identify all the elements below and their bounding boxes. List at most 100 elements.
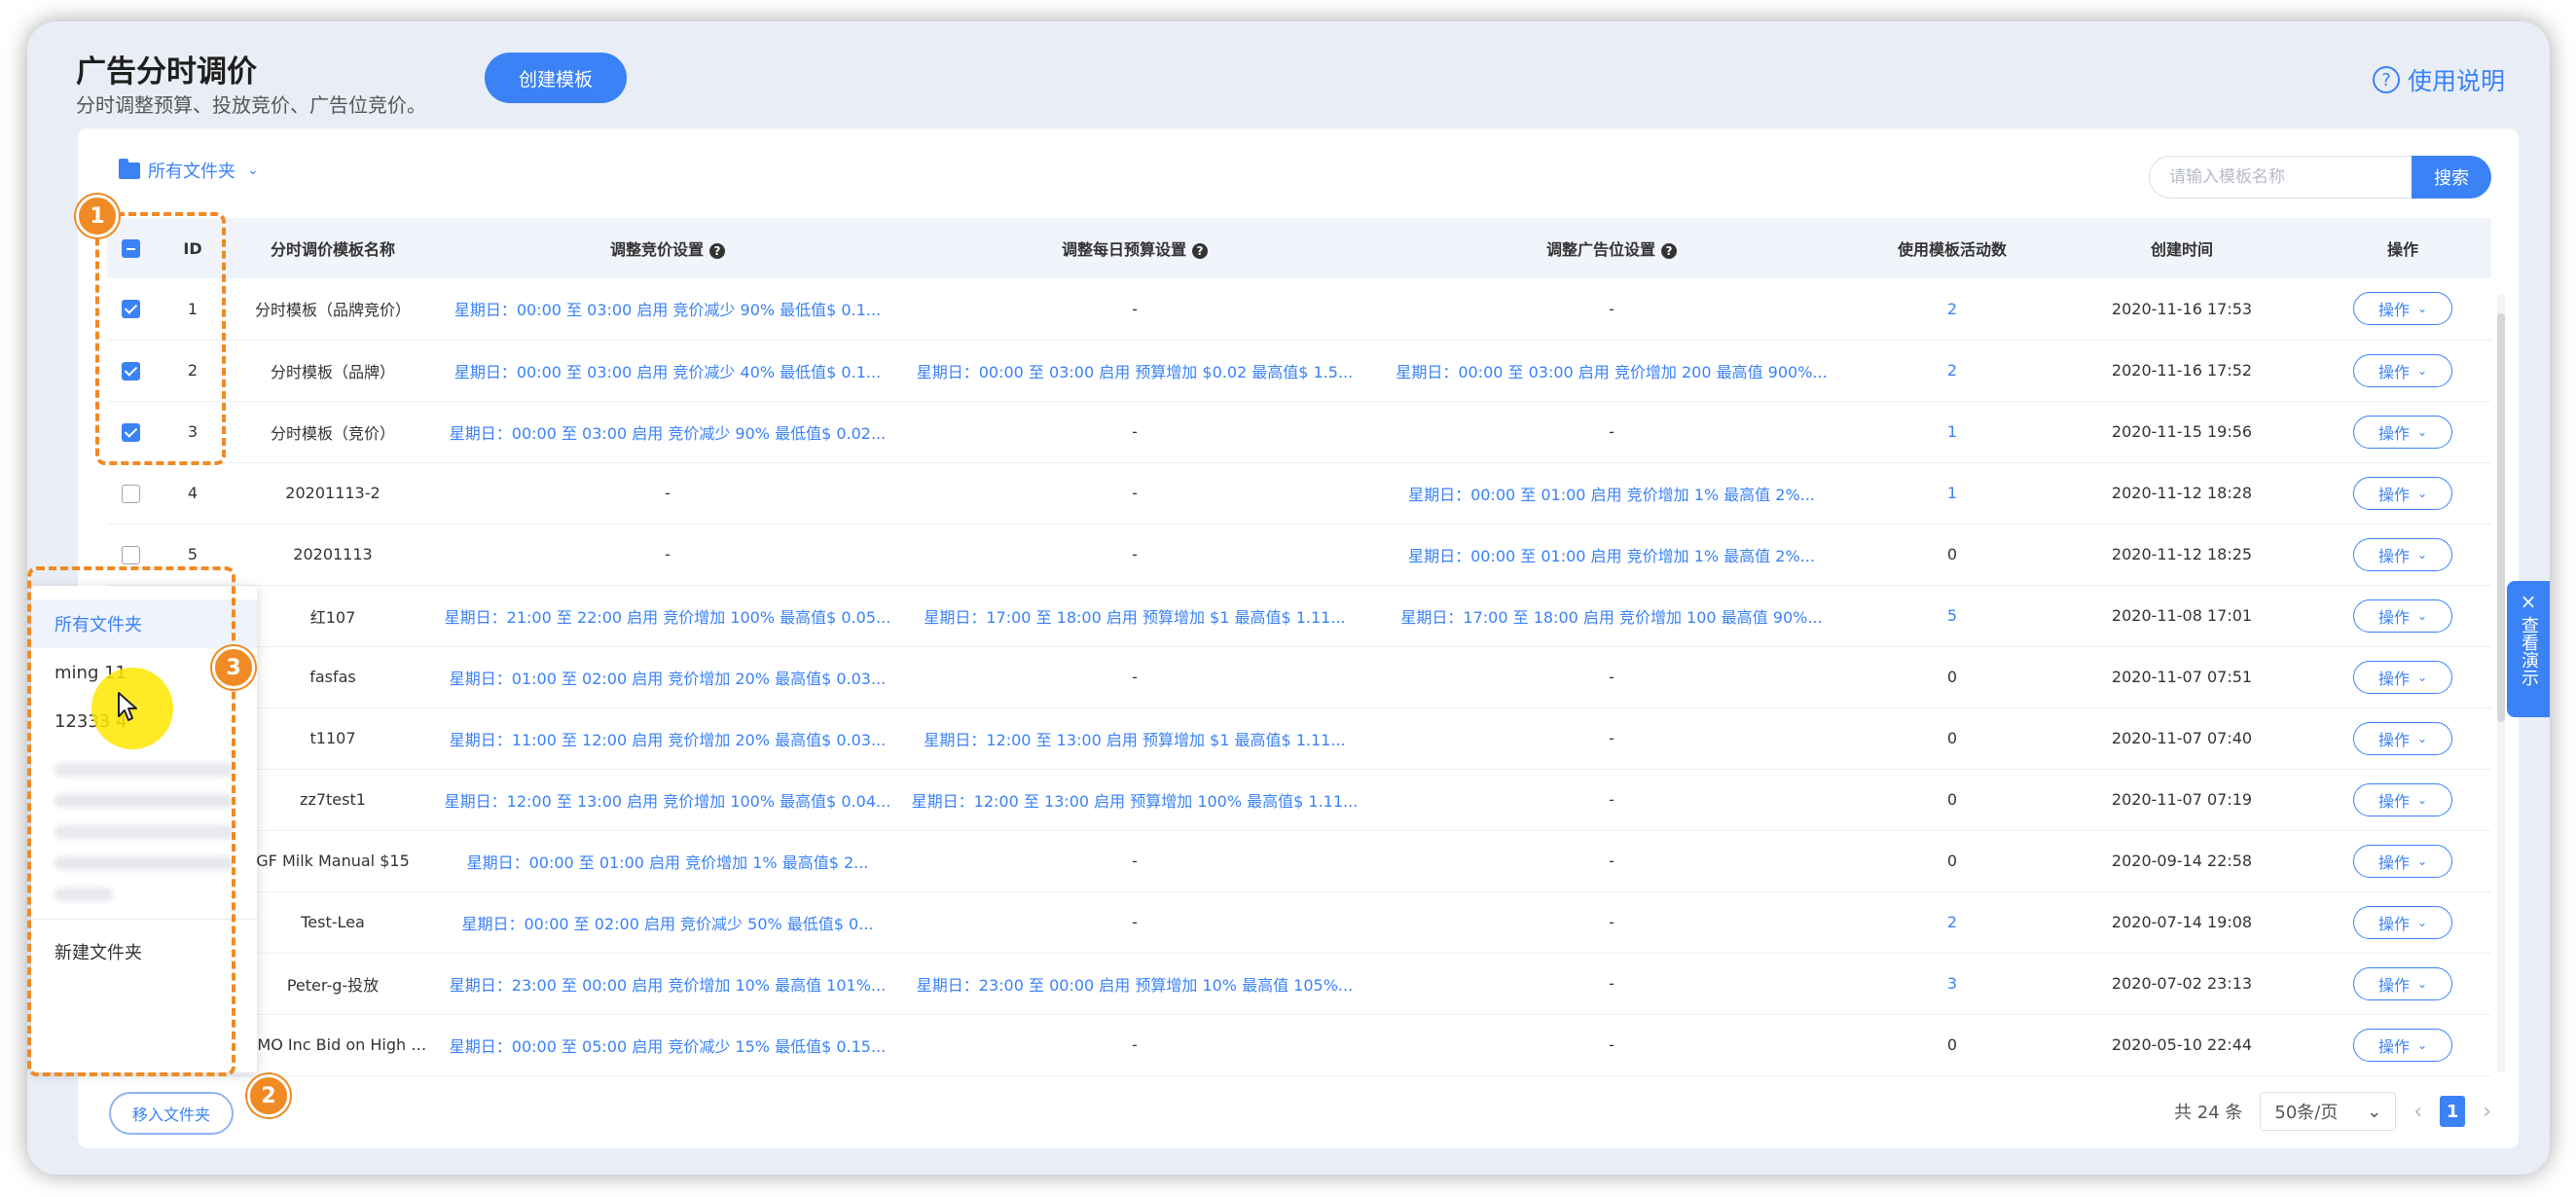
demo-side-tab[interactable]: × 查看演示 (2507, 581, 2550, 717)
cell-placement-setting[interactable]: - (1368, 891, 1855, 954)
cell-bid-setting[interactable]: 星期日：01:00 至 02:00 启用 竞价增加 20% 最高值$ 0.03.… (434, 646, 901, 708)
table-row[interactable]: 5 20201113- - 星期日：00:00 至 01:00 启用 竞价增加 1% … (107, 524, 2491, 586)
cell-name: GF Milk Manual $15 (232, 830, 434, 892)
cell-bid-setting[interactable]: - (434, 462, 901, 525)
cell-placement-setting[interactable]: - (1368, 953, 1855, 1015)
table-row[interactable]: 2 分时模板（品牌） 星期日：00:00 至 03:00 启用 竞价减少 40% 最… (107, 340, 2491, 402)
cell-budget-setting[interactable]: 星期日：00:00 至 03:00 启用 预算增加 $0.02 最高值$ 1.5… (901, 340, 1368, 402)
question-icon[interactable]: ? (1192, 242, 1208, 259)
create-template-button[interactable]: 创建模板 (485, 53, 627, 103)
cell-placement-setting[interactable]: - (1368, 707, 1855, 770)
cell-usage-count: 0 (1855, 1014, 2050, 1076)
help-link[interactable]: ? 使用说明 (2372, 62, 2505, 97)
table-row[interactable]: 13DEMO Inc Bid on High Sales Period星期日：0… (107, 1014, 2491, 1076)
table-row[interactable]: 12Peter-g-投放星期日：23:00 至 00:00 启用 竞价增加 10… (107, 953, 2491, 1015)
operation-button[interactable]: 操作 ⌄ (2353, 598, 2452, 633)
cell-bid-setting[interactable]: 星期日：00:00 至 03:00 启用 竞价减少 40% 最低值$ 0.1..… (434, 340, 901, 402)
cell-bid-setting[interactable]: 星期日：00:00 至 03:00 启用 竞价减少 90% 最低值$ 0.1..… (434, 278, 901, 341)
cell-bid-setting[interactable]: - (434, 524, 901, 586)
cell-budget-setting[interactable]: - (901, 278, 1368, 341)
row-checkbox-cell[interactable] (107, 462, 154, 525)
page-number-current[interactable]: 1 (2440, 1096, 2466, 1127)
table-row[interactable]: 6红107星期日：21:00 至 22:00 启用 竞价增加 100% 最高值$… (107, 585, 2491, 647)
cell-budget-setting[interactable]: 星期日：23:00 至 00:00 启用 预算增加 10% 最高值 105%..… (901, 953, 1368, 1015)
cell-usage-count: 0 (1855, 524, 2050, 586)
cell-usage-count[interactable]: 2 (1855, 340, 2050, 402)
operation-button[interactable]: 操作 ⌄ (2353, 415, 2452, 449)
operation-button[interactable]: 操作 ⌄ (2353, 966, 2452, 1000)
cell-created-time: 2020-07-14 19:08 (2050, 891, 2314, 954)
cell-created-time: 2020-11-16 17:52 (2050, 340, 2314, 402)
operation-button[interactable]: 操作 ⌄ (2353, 721, 2452, 755)
cell-budget-setting[interactable]: 星期日：17:00 至 18:00 启用 预算增加 $1 最高值$ 1.11..… (901, 585, 1368, 647)
question-icon[interactable]: ? (1661, 242, 1677, 259)
table-row[interactable]: 8t1107星期日：11:00 至 12:00 启用 竞价增加 20% 最高值$… (107, 707, 2491, 770)
cell-budget-setting[interactable]: 星期日：12:00 至 13:00 启用 预算增加 100% 最高值$ 1.11… (901, 769, 1368, 831)
cell-budget-setting[interactable]: - (901, 462, 1368, 525)
operation-button[interactable]: 操作 ⌄ (2353, 537, 2452, 571)
cell-placement-setting[interactable]: 星期日：17:00 至 18:00 启用 竞价增加 100 最高值 90%... (1368, 585, 1855, 647)
page-size-select[interactable]: 50条/页 ⌄ (2260, 1092, 2397, 1131)
move-to-folder-button[interactable]: 移入文件夹 (109, 1092, 234, 1135)
operation-label: 操作 (2377, 362, 2410, 381)
cell-placement-setting[interactable]: 星期日：00:00 至 03:00 启用 竞价增加 200 最高值 900%..… (1368, 340, 1855, 402)
prev-page-icon[interactable]: ‹ (2413, 1100, 2422, 1124)
cell-budget-setting[interactable]: - (901, 830, 1368, 892)
cell-bid-setting[interactable]: 星期日：00:00 至 03:00 启用 竞价减少 90% 最低值$ 0.02.… (434, 401, 901, 463)
cell-usage-count[interactable]: 2 (1855, 278, 2050, 341)
next-page-icon[interactable]: › (2483, 1100, 2491, 1124)
operation-button[interactable]: 操作 ⌄ (2353, 353, 2452, 387)
row-checkbox[interactable] (121, 545, 140, 564)
table-row[interactable]: 9zz7test1星期日：12:00 至 13:00 启用 竞价增加 100% … (107, 769, 2491, 831)
cell-placement-setting[interactable]: - (1368, 830, 1855, 892)
operation-button[interactable]: 操作 ⌄ (2353, 476, 2452, 510)
cell-usage-count[interactable]: 1 (1855, 462, 2050, 525)
cell-bid-setting[interactable]: 星期日：23:00 至 00:00 启用 竞价增加 10% 最高值 101%..… (434, 953, 901, 1015)
close-icon[interactable]: × (2521, 591, 2537, 612)
cell-bid-setting[interactable]: 星期日：00:00 至 02:00 启用 竞价减少 50% 最低值$ 0... (434, 891, 901, 954)
cell-budget-setting[interactable]: - (901, 1014, 1368, 1076)
cell-usage-count[interactable]: 2 (1855, 891, 2050, 954)
cell-placement-setting[interactable]: - (1368, 769, 1855, 831)
cell-placement-setting[interactable]: - (1368, 401, 1855, 463)
header-budget: 调整每日预算设置? (901, 218, 1368, 278)
table-row[interactable]: 3 分时模板（竞价） 星期日：00:00 至 03:00 启用 竞价减少 90% 最… (107, 401, 2491, 463)
cell-name: zz7test1 (232, 769, 434, 831)
cell-bid-setting[interactable]: 星期日：12:00 至 13:00 启用 竞价增加 100% 最高值$ 0.04… (434, 769, 901, 831)
cell-bid-setting[interactable]: 星期日：00:00 至 01:00 启用 竞价增加 1% 最高值$ 2... (434, 830, 901, 892)
cell-placement-setting[interactable]: 星期日：00:00 至 01:00 启用 竞价增加 1% 最高值 2%... (1368, 462, 1855, 525)
cell-bid-setting[interactable]: 星期日：21:00 至 22:00 启用 竞价增加 100% 最高值$ 0.05… (434, 585, 901, 647)
question-icon[interactable]: ? (709, 242, 725, 259)
cell-created-time: 2020-11-07 07:51 (2050, 646, 2314, 708)
operation-button[interactable]: 操作 ⌄ (2353, 905, 2452, 939)
operation-button[interactable]: 操作 ⌄ (2353, 660, 2452, 694)
cell-bid-setting[interactable]: 星期日：11:00 至 12:00 启用 竞价增加 20% 最高值$ 0.03.… (434, 707, 901, 770)
cell-placement-setting[interactable]: - (1368, 646, 1855, 708)
cell-usage-count[interactable]: 3 (1855, 953, 2050, 1015)
operation-button[interactable]: 操作 ⌄ (2353, 782, 2452, 816)
table-row[interactable]: 4 20201113-2- - 星期日：00:00 至 01:00 启用 竞价增加 1… (107, 462, 2491, 525)
cell-usage-count[interactable]: 1 (1855, 401, 2050, 463)
cell-budget-setting[interactable]: - (901, 891, 1368, 954)
table-row[interactable]: 1 分时模板（品牌竞价） 星期日：00:00 至 03:00 启用 竞价减少 90%… (107, 278, 2491, 341)
cell-placement-setting[interactable]: 星期日：00:00 至 01:00 启用 竞价增加 1% 最高值 2%... (1368, 524, 1855, 586)
table-row[interactable]: 7fasfas星期日：01:00 至 02:00 启用 竞价增加 20% 最高值… (107, 646, 2491, 708)
row-checkbox[interactable] (121, 484, 140, 503)
folder-selector[interactable]: 所有文件夹 ⌄ (119, 158, 259, 183)
cell-usage-count[interactable]: 5 (1855, 585, 2050, 647)
cell-bid-setting[interactable]: 星期日：00:00 至 05:00 启用 竞价减少 15% 最低值$ 0.15.… (434, 1014, 901, 1076)
operation-button[interactable]: 操作 ⌄ (2353, 844, 2452, 878)
scrollbar-thumb[interactable] (2497, 313, 2505, 722)
table-row[interactable]: 10GF Milk Manual $15星期日：00:00 至 01:00 启用… (107, 830, 2491, 892)
cell-budget-setting[interactable]: - (901, 524, 1368, 586)
operation-button[interactable]: 操作 ⌄ (2353, 292, 2452, 326)
cell-placement-setting[interactable]: - (1368, 278, 1855, 341)
cell-budget-setting[interactable]: 星期日：12:00 至 13:00 启用 预算增加 $1 最高值$ 1.11..… (901, 707, 1368, 770)
table-row[interactable]: 11Test-Lea星期日：00:00 至 02:00 启用 竞价减少 50% … (107, 891, 2491, 954)
cell-placement-setting[interactable]: - (1368, 1014, 1855, 1076)
cell-budget-setting[interactable]: - (901, 646, 1368, 708)
search-button[interactable]: 搜索 (2412, 156, 2491, 199)
operation-button[interactable]: 操作 ⌄ (2353, 1028, 2452, 1062)
search-input[interactable] (2149, 156, 2412, 199)
cell-budget-setting[interactable]: - (901, 401, 1368, 463)
